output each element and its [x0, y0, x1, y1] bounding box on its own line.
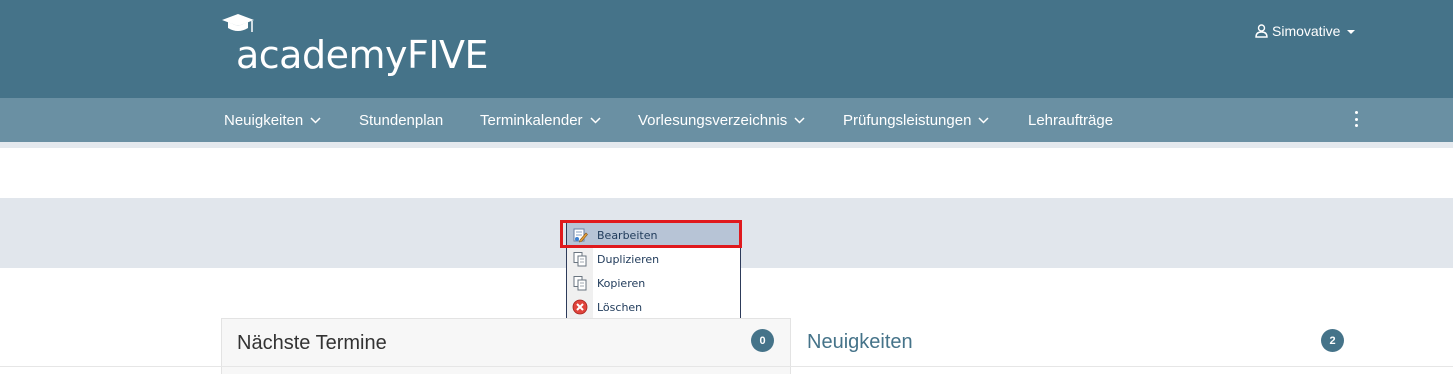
context-menu-item-bearbeiten[interactable]: Bearbeiten: [567, 223, 740, 247]
user-icon: [1255, 24, 1268, 38]
top-header: academyFIVE Simovative: [0, 0, 1453, 98]
chevron-down-icon: [978, 116, 989, 124]
nav-label: Prüfungsleistungen: [843, 111, 972, 129]
nav-item-stundenplan[interactable]: Stundenplan: [359, 98, 443, 142]
nav-item-neuigkeiten[interactable]: Neuigkeiten: [224, 98, 321, 142]
nav-item-lehrauftraege[interactable]: Lehraufträge: [1028, 98, 1113, 142]
context-menu-label: Duplizieren: [597, 252, 660, 266]
context-menu-item-kopieren[interactable]: Kopieren: [567, 271, 740, 295]
nav-label: Vorlesungsverzeichnis: [638, 111, 788, 129]
chevron-down-icon: [310, 116, 321, 124]
context-menu-item-loeschen[interactable]: Löschen: [567, 295, 740, 319]
academyfive-logo[interactable]: academyFIVE: [222, 14, 489, 77]
context-menu-label: Bearbeiten: [597, 228, 658, 242]
nav-label: Terminkalender: [480, 111, 583, 129]
panel-title-link[interactable]: Neuigkeiten: [807, 331, 913, 354]
edit-icon: [567, 223, 593, 247]
delete-icon: [567, 295, 593, 319]
panel-title: Nächste Termine: [237, 332, 387, 354]
navbar-shadow: [0, 142, 1453, 148]
main-navbar: Neuigkeiten Stundenplan Terminkalender V…: [0, 98, 1453, 142]
logo-text: academyFIVE: [236, 33, 489, 77]
copy-icon: [567, 271, 593, 295]
count-badge: 2: [1321, 329, 1344, 352]
chevron-down-icon: [590, 116, 601, 124]
count-badge: 0: [751, 329, 774, 352]
nav-item-pruefungsleistungen[interactable]: Prüfungsleistungen: [843, 98, 989, 142]
user-menu-button[interactable]: Simovative: [1255, 23, 1356, 39]
caret-down-icon: [1347, 30, 1356, 34]
divider: [0, 366, 1453, 367]
duplicate-icon: [567, 247, 593, 271]
nav-label: Lehraufträge: [1028, 111, 1114, 129]
context-menu-label: Kopieren: [597, 276, 646, 290]
nav-label: Stundenplan: [359, 111, 444, 129]
nav-label: Neuigkeiten: [224, 111, 304, 129]
kebab-vertical-icon[interactable]: [1350, 109, 1362, 129]
graduation-cap-icon: [222, 14, 254, 32]
nav-item-terminkalender[interactable]: Terminkalender: [480, 98, 601, 142]
nav-item-vorlesungsverzeichnis[interactable]: Vorlesungsverzeichnis: [638, 98, 805, 142]
user-name: Simovative: [1272, 23, 1341, 39]
context-menu-item-duplizieren[interactable]: Duplizieren: [567, 247, 740, 271]
context-menu-label: Löschen: [597, 300, 643, 314]
chevron-down-icon: [794, 116, 805, 124]
context-menu: Bearbeiten Duplizieren Kopieren Löschen: [566, 222, 741, 321]
